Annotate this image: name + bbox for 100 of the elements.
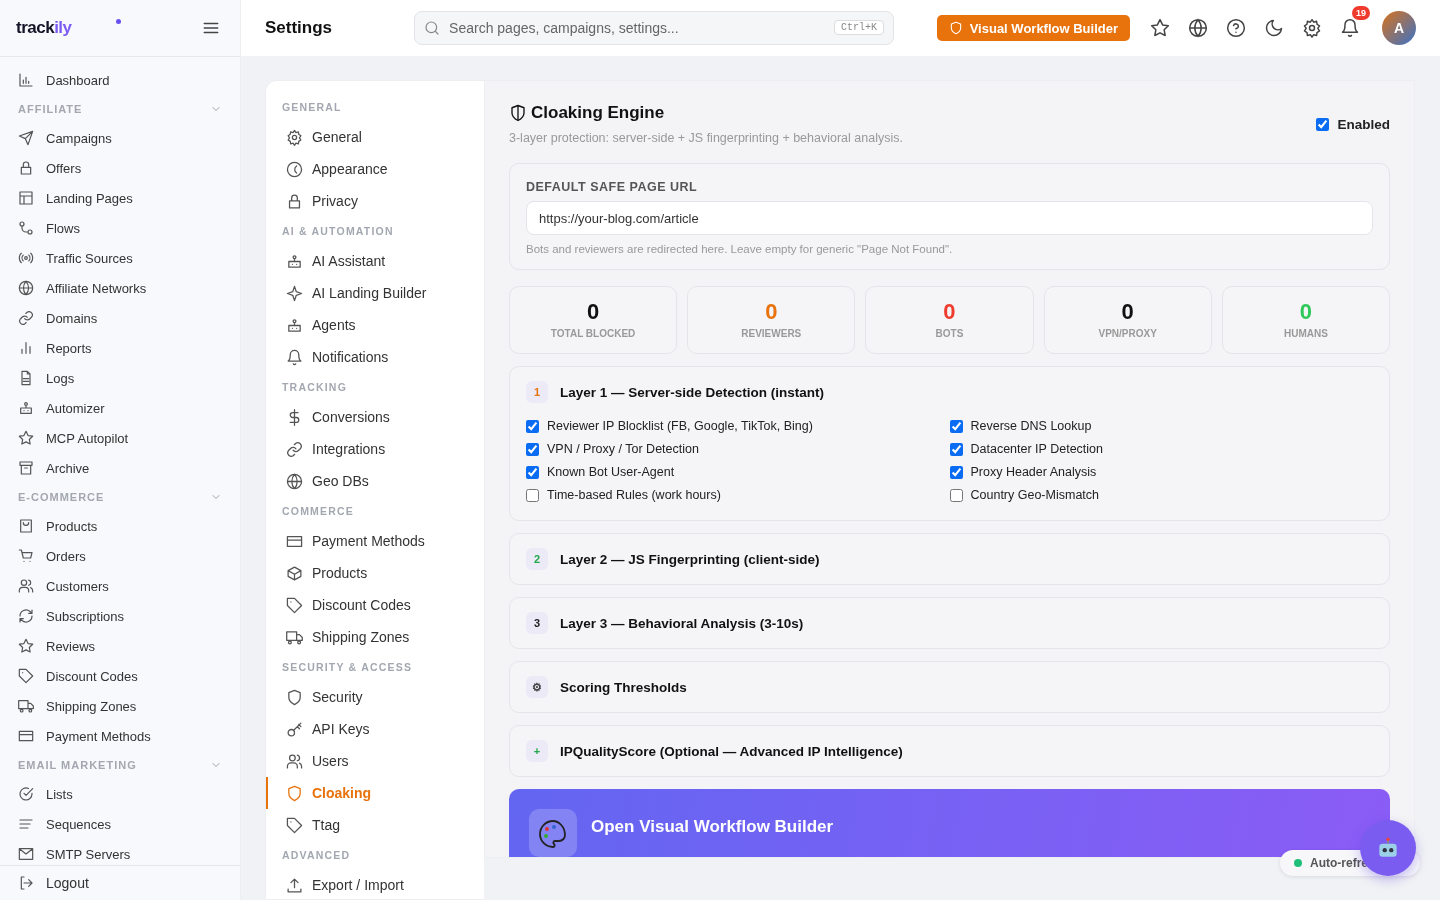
sidebar-item[interactable]: Reports (0, 333, 240, 363)
sidebar-item[interactable]: Domains (0, 303, 240, 333)
sidebar-item[interactable]: SMTP Servers (0, 839, 240, 865)
logo: trackily (16, 18, 72, 38)
option-checkbox[interactable] (526, 488, 539, 502)
mail-icon (18, 846, 34, 862)
sidebar-item[interactable]: Shipping Zones (0, 691, 240, 721)
sidebar-item[interactable]: Products (0, 511, 240, 541)
settings-nav-item[interactable]: Conversions (266, 401, 484, 433)
layer-panel[interactable] (509, 366, 1390, 521)
settings-nav-item[interactable]: Payment Methods (266, 525, 484, 557)
stat-label: HUMANS (1283, 328, 1328, 339)
sidebar-item[interactable]: Discount Codes (0, 661, 240, 691)
section-heading: AI & AUTOMATION (281, 224, 395, 239)
stat-value: 0 (765, 301, 778, 323)
layer-number-badge: 3 (526, 612, 548, 634)
banner-title: Open Visual Workflow Builder (591, 817, 834, 837)
sidebar-item[interactable]: Campaigns (0, 123, 240, 153)
settings-nav-item[interactable]: Ttag (266, 809, 484, 841)
sidebar-item[interactable]: Subscriptions (0, 601, 240, 631)
checkbox-label: VPN / Proxy / Tor Detection (547, 442, 699, 456)
settings-nav-item[interactable]: Geo DBs (266, 465, 484, 497)
sidebar-item[interactable]: Logs (0, 363, 240, 393)
sidebar-item[interactable]: Offers (0, 153, 240, 183)
notification-count: 19 (1352, 6, 1370, 20)
sidebar-item[interactable]: Landing Pages (0, 183, 240, 213)
sidebar-item[interactable]: Dashboard (0, 65, 240, 95)
sidebar-item[interactable]: Customers (0, 571, 240, 601)
settings-nav-item[interactable]: Integrations (266, 433, 484, 465)
sidebar-item[interactable]: Lists (0, 779, 240, 809)
sparkle-icon (286, 284, 303, 302)
option-checkbox[interactable] (526, 419, 539, 433)
option-checkbox[interactable] (949, 488, 963, 502)
archive-icon (18, 460, 34, 476)
chart-icon (18, 72, 34, 88)
sidebar-item[interactable]: Sequences (0, 809, 240, 839)
section-heading: GENERAL (281, 100, 343, 115)
field-label: DEFAULT SAFE PAGE URL (526, 180, 699, 194)
sidebar-item[interactable]: Archive (0, 453, 240, 483)
sidebar-item[interactable]: Orders (0, 541, 240, 571)
section-title: Cloaking Engine (509, 103, 903, 123)
sidebar-item[interactable]: Affiliate Networks (0, 273, 240, 303)
help-icon (1226, 18, 1246, 38)
settings-nav-item[interactable]: Notifications (266, 341, 484, 373)
globe-icon (286, 472, 303, 490)
sidebar-item[interactable]: Traffic Sources (0, 243, 240, 273)
tag-icon (18, 668, 34, 684)
section-heading: COMMERCE (281, 504, 355, 519)
cart-icon (18, 548, 34, 564)
layer-panel[interactable]: ⚙ Scoring Thresholds (509, 661, 1390, 713)
globe-icon (1188, 18, 1208, 38)
settings-nav-item[interactable]: General (266, 121, 484, 153)
checkbox-label: Reviewer IP Blocklist (FB, Google, TikTok, Bing) (547, 419, 813, 433)
stat-label: TOTAL BLOCKED (550, 328, 636, 339)
sidebar-item[interactable]: Reviews (0, 631, 240, 661)
settings-nav-item[interactable]: Privacy (266, 185, 484, 217)
layer-panel[interactable]: + IPQualityScore (Optional — Advanced IP Intelligence) (509, 725, 1390, 777)
layer-title: Layer 3 — Behavioral Analysis (3-10s) (560, 615, 804, 631)
send-icon (18, 130, 34, 146)
sidebar-item[interactable]: MCP Autopilot (0, 423, 240, 453)
users-icon (286, 752, 303, 770)
bars-icon (18, 340, 34, 356)
url-input-field[interactable]: https://your-blog.com/article (526, 201, 1373, 235)
settings-nav-item[interactable]: Security (266, 681, 484, 713)
lines-icon (18, 816, 34, 832)
option-checkbox[interactable] (949, 419, 963, 433)
settings-nav-item[interactable]: AI Landing Builder (266, 277, 484, 309)
sidebar-item[interactable]: Flows (0, 213, 240, 243)
settings-nav-item[interactable]: Products (266, 557, 484, 589)
option-checkbox[interactable] (526, 465, 539, 479)
settings-icon (1302, 18, 1322, 38)
star-icon (1150, 18, 1170, 38)
logout-link[interactable]: Logout (0, 865, 240, 900)
option-checkbox[interactable] (526, 442, 539, 456)
checkbox-label: Reverse DNS Lookup (970, 419, 1092, 433)
layer-panel[interactable]: 2 Layer 2 — JS Fingerprinting (client-side) (509, 533, 1390, 585)
sidebar-item[interactable]: Automizer (0, 393, 240, 423)
checkbox-label: Datacenter IP Detection (970, 442, 1103, 456)
checkbox-label: Known Bot User-Agent (547, 465, 675, 479)
workflow-banner[interactable]: Open Visual Workflow Builder (509, 789, 1390, 857)
sidebar-item[interactable]: Payment Methods (0, 721, 240, 751)
enabled-checkbox[interactable] (1316, 118, 1330, 131)
shield-icon (286, 688, 303, 706)
section-heading: SECURITY & ACCESS (281, 660, 414, 675)
avatar[interactable]: A (1382, 11, 1416, 45)
option-checkbox[interactable] (949, 442, 963, 456)
layer-number-badge: 2 (526, 548, 548, 570)
option-checkbox[interactable] (949, 465, 963, 479)
card-icon (18, 728, 34, 744)
settings-nav-item[interactable]: Agents (266, 309, 484, 341)
settings-nav-item[interactable]: AI Assistant (266, 245, 484, 277)
layer-panel[interactable]: 3 Layer 3 — Behavioral Analysis (3-10s) (509, 597, 1390, 649)
settings-nav-item[interactable]: Users (266, 745, 484, 777)
settings-nav-item[interactable]: Export / Import (266, 869, 484, 899)
section-heading: E-COMMERCE (18, 491, 105, 503)
settings-nav-item[interactable]: Appearance (266, 153, 484, 185)
settings-nav-item[interactable]: Shipping Zones (266, 621, 484, 653)
users-icon (18, 578, 34, 594)
settings-nav-item[interactable]: API Keys (266, 713, 484, 745)
settings-nav-item[interactable]: Discount Codes (266, 589, 484, 621)
